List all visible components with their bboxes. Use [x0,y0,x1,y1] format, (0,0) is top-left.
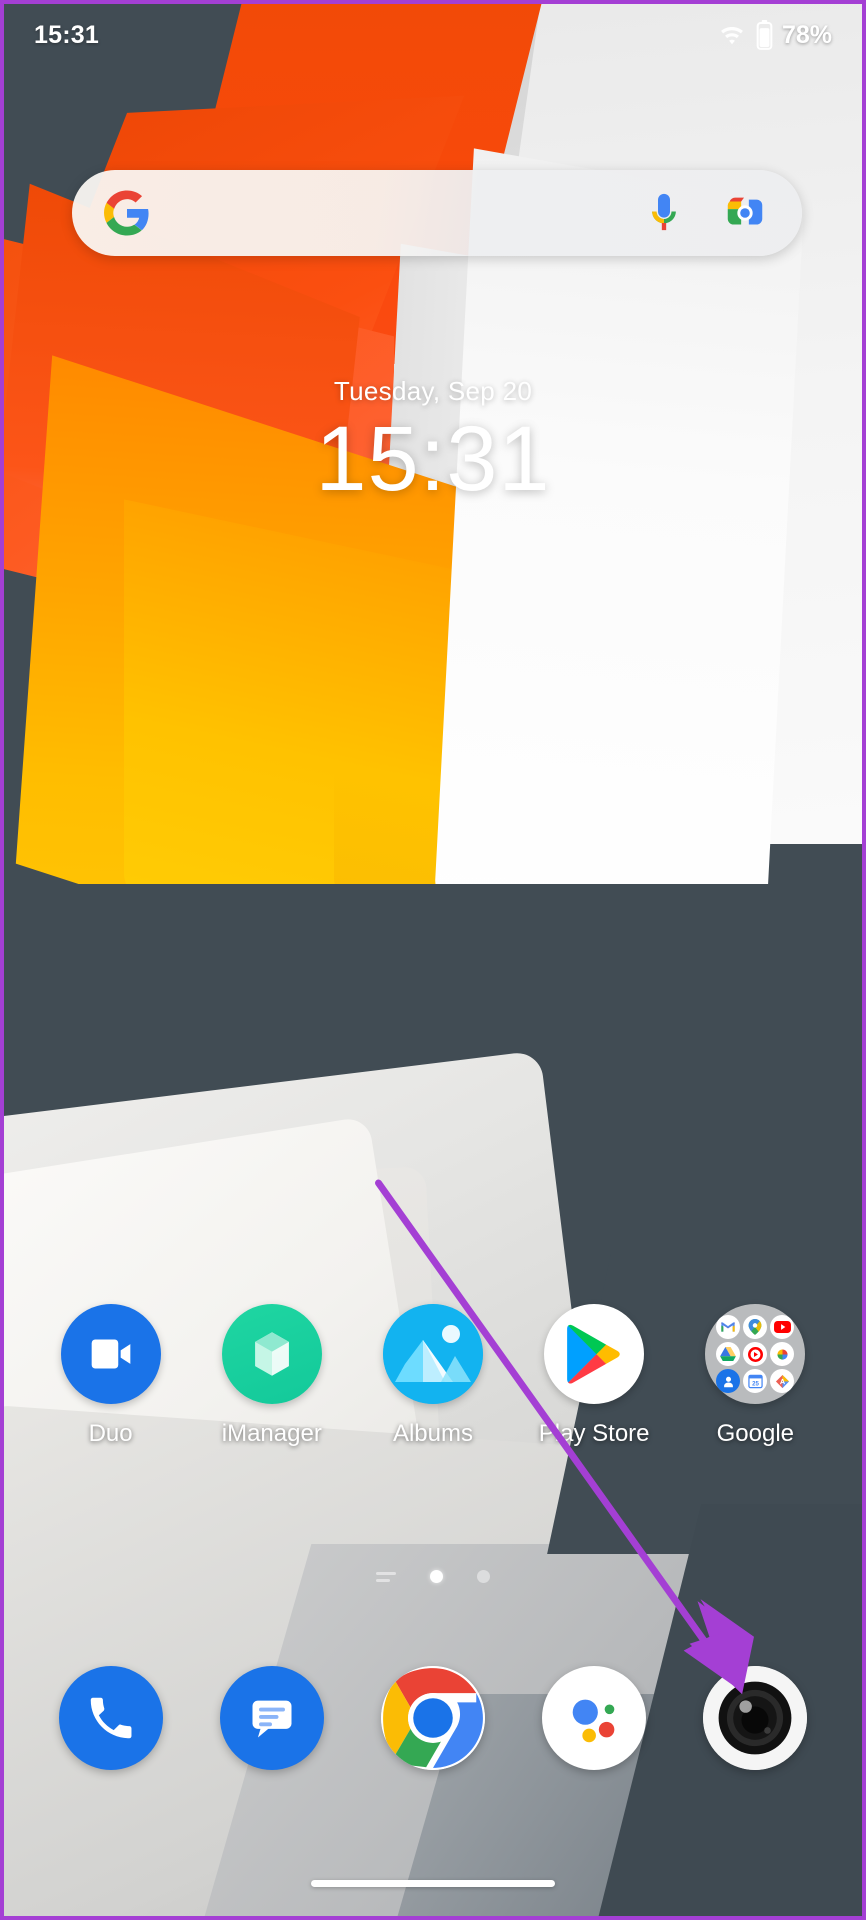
calendar-icon: 25 [743,1369,768,1393]
wallpaper [4,4,862,1916]
youtube-icon [770,1315,795,1339]
app-item-play-store[interactable]: Play Store [524,1304,664,1448]
drive-icon [716,1342,741,1366]
page-dot-active[interactable] [430,1570,443,1583]
google-lens-camera-icon[interactable] [722,190,768,236]
app-item-albums[interactable]: Albums [363,1304,503,1448]
google-assistant-icon[interactable] [542,1666,647,1770]
phone-icon[interactable] [58,1666,163,1770]
duo-icon[interactable] [60,1304,161,1404]
app-label: Albums [392,1420,473,1447]
app-label: Duo [88,1420,133,1447]
play-store-icon[interactable] [544,1304,645,1404]
google-search-bar[interactable] [72,170,802,256]
status-bar-clock: 15:31 [34,20,99,49]
status-bar-icons: 78% [717,20,832,50]
wallpaper-shape [434,148,804,960]
phone-screen: 15:31 78% Tuesday, Sep 20 15:31 Duo iMan… [0,0,866,1920]
app-label: iManager [221,1420,322,1447]
maps-icon [743,1315,768,1339]
translate-icon [770,1369,795,1393]
photos-icon [770,1342,795,1366]
google-g-icon [104,190,149,236]
battery-percent-label: 78% [781,20,832,49]
app-item-duo[interactable]: Duo [41,1304,181,1448]
messages-icon[interactable] [219,1666,324,1770]
home-gesture-pill[interactable] [311,1880,555,1887]
app-grid: Duo iManager Albums Play Store 25 Google [4,1304,862,1448]
app-label: Google [716,1420,795,1447]
wifi-icon [721,26,743,45]
imanager-icon[interactable] [221,1304,322,1404]
status-bar: 15:31 78% [4,4,862,66]
gmail-icon [716,1315,741,1339]
chrome-icon[interactable] [380,1666,485,1770]
contacts-icon [716,1369,741,1393]
youtube-music-icon [743,1342,768,1366]
app-item-imanager[interactable]: iManager [202,1304,342,1448]
app-item-google-folder[interactable]: 25 Google [685,1304,825,1448]
battery-icon [756,20,773,50]
page-indicator[interactable] [4,1570,862,1583]
app-list-lines-icon[interactable] [376,1571,396,1582]
albums-icon[interactable] [382,1304,483,1404]
camera-icon[interactable] [703,1666,808,1770]
microphone-icon[interactable] [644,191,684,235]
app-label: Play Store [538,1420,650,1447]
google-folder-icon[interactable]: 25 [705,1304,806,1404]
dock [4,1666,862,1770]
svg-text:25: 25 [752,1380,759,1387]
page-dot[interactable] [477,1570,490,1583]
